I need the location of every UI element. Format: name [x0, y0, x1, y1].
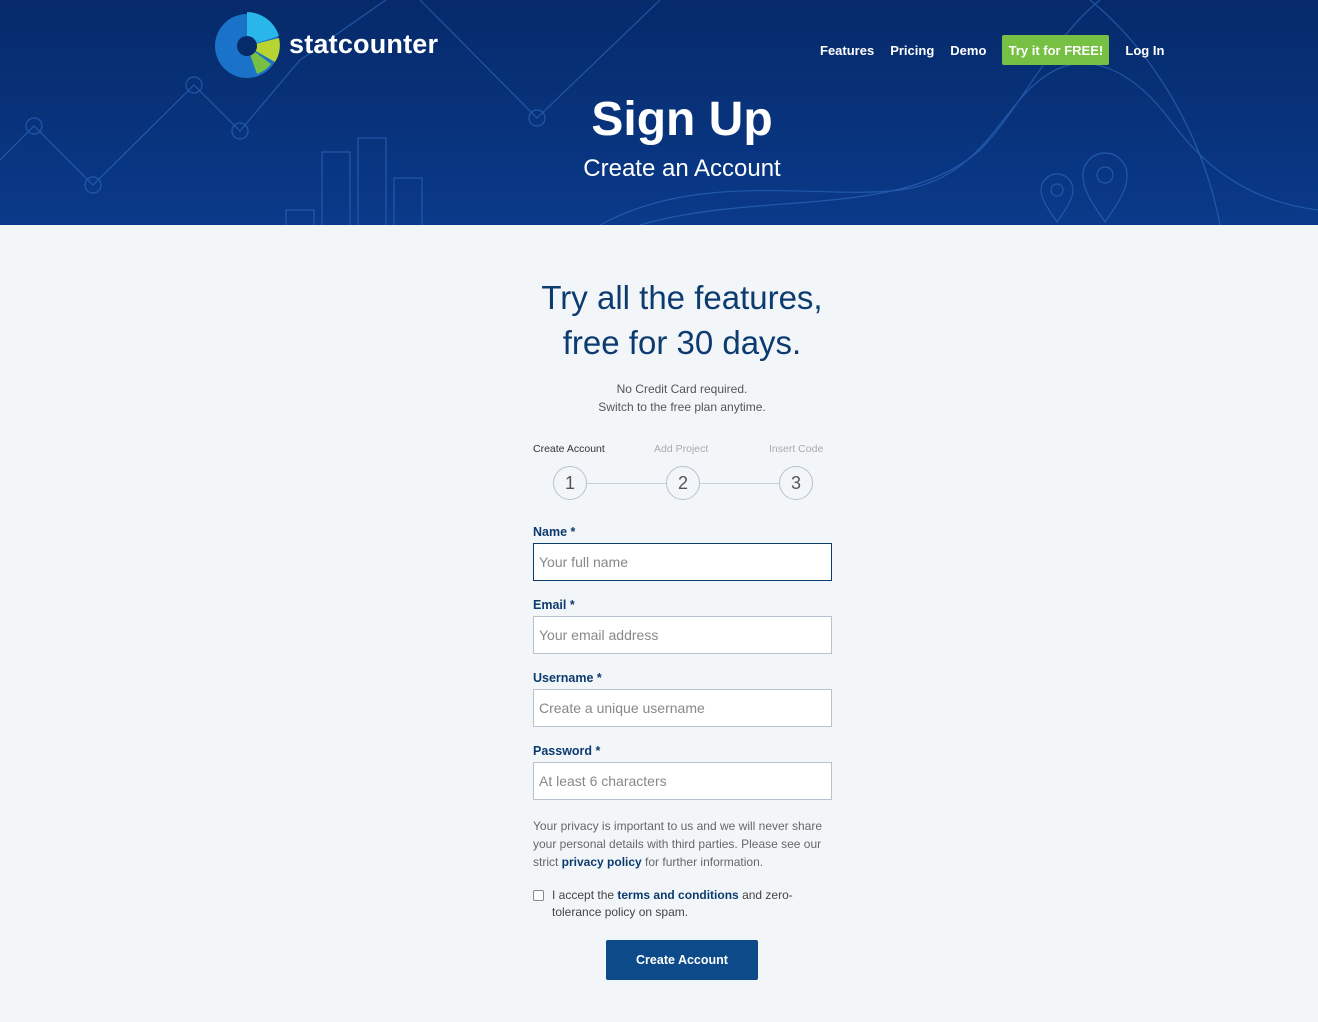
email-label: Email *: [533, 598, 575, 612]
step-connector: [700, 483, 780, 484]
nav-demo[interactable]: Demo: [942, 43, 994, 58]
tagline: Try all the features, free for 30 days.: [0, 275, 1318, 365]
nav-login[interactable]: Log In: [1117, 43, 1172, 58]
username-label: Username *: [533, 671, 602, 685]
note-line-1: No Credit Card required.: [616, 382, 748, 396]
step-connector: [587, 483, 667, 484]
username-input[interactable]: [533, 689, 832, 727]
name-input[interactable]: [533, 543, 832, 581]
terms-link[interactable]: terms and conditions: [617, 888, 738, 902]
hero-banner: statcounter Features Pricing Demo Try it…: [0, 0, 1318, 225]
signup-section: Try all the features, free for 30 days. …: [0, 225, 1318, 1022]
top-nav: Features Pricing Demo Try it for FREE! L…: [812, 35, 1172, 65]
step-circle-3: 3: [779, 466, 813, 500]
name-label: Name *: [533, 525, 576, 539]
privacy-text-after: for further information.: [641, 855, 764, 869]
brand-name: statcounter: [289, 28, 439, 59]
page-subtitle: Create an Account: [583, 155, 781, 182]
email-input[interactable]: [533, 616, 832, 654]
tagline-line-2: free for 30 days.: [562, 324, 802, 361]
logo-pie-icon: [215, 12, 280, 78]
signup-form: Name * Email * Username * Password * You…: [533, 523, 833, 921]
note-line-2: Switch to the free plan anytime.: [598, 400, 766, 414]
step-label-create-account: Create Account: [533, 443, 605, 455]
terms-checkbox[interactable]: [533, 890, 544, 901]
privacy-notice: Your privacy is important to us and we w…: [533, 817, 833, 871]
no-credit-card-note: No Credit Card required. Switch to the f…: [0, 380, 1318, 416]
terms-text-before: I accept the: [552, 888, 618, 902]
create-account-button[interactable]: Create Account: [606, 940, 758, 980]
step-circle-1: 1: [553, 466, 587, 500]
step-label-insert-code: Insert Code: [769, 443, 824, 455]
try-free-button[interactable]: Try it for FREE!: [1002, 35, 1110, 65]
step-label-add-project: Add Project: [654, 443, 709, 455]
tagline-line-1: Try all the features,: [541, 279, 823, 316]
statcounter-logo[interactable]: statcounter: [213, 10, 438, 78]
nav-pricing[interactable]: Pricing: [882, 43, 942, 58]
terms-row: I accept the terms and conditions and ze…: [533, 887, 833, 921]
signup-steps: Create Account Add Project Insert Code 1…: [533, 443, 833, 503]
step-circle-2: 2: [666, 466, 700, 500]
password-label: Password *: [533, 744, 601, 758]
terms-text: I accept the terms and conditions and ze…: [552, 887, 812, 921]
privacy-policy-link[interactable]: privacy policy: [562, 855, 642, 869]
nav-features[interactable]: Features: [812, 43, 882, 58]
password-input[interactable]: [533, 762, 832, 800]
page-title: Sign Up: [591, 93, 773, 146]
